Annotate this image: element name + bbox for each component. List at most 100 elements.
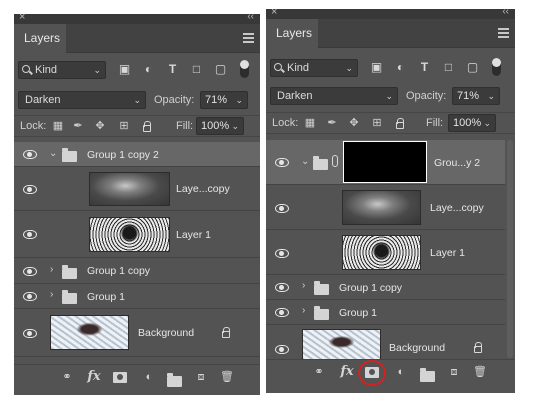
fill-field[interactable]: 100% ⌄	[196, 117, 244, 135]
chevron-down-icon[interactable]: ⌄	[231, 118, 239, 134]
trash-icon[interactable]: 🗑	[473, 365, 487, 379]
visibility-eye-icon[interactable]	[275, 249, 289, 258]
opacity-field[interactable]: 71% ⌄	[200, 91, 248, 109]
add-mask-icon[interactable]	[113, 372, 127, 383]
layer-thumbnail[interactable]	[50, 315, 129, 350]
layer-name[interactable]: Background	[389, 342, 445, 354]
shape-filter-icon[interactable]: □	[442, 61, 455, 74]
layer-row[interactable]: › Group 1 copy	[14, 258, 260, 284]
chevron-down-icon[interactable]: ⌄	[301, 156, 309, 167]
chevron-down-icon[interactable]: ⌄	[49, 148, 57, 159]
chevron-right-icon[interactable]: ›	[50, 264, 53, 275]
adjustment-layer-icon[interactable]: ◐	[142, 370, 156, 384]
link-icon[interactable]: ⚭	[312, 365, 326, 379]
blend-mode-dropdown[interactable]: Darken ⌄	[18, 91, 146, 109]
type-filter-icon[interactable]: T	[166, 63, 179, 76]
adjustment-layer-icon[interactable]: ◐	[394, 365, 408, 379]
layer-name[interactable]: Laye...copy	[430, 202, 484, 214]
mask-link-icon[interactable]	[332, 155, 338, 167]
layer-row[interactable]: › Group 1 copy	[266, 275, 505, 300]
layer-name[interactable]: Group 1 copy	[339, 282, 402, 294]
pixel-filter-icon[interactable]: ▣	[370, 61, 383, 74]
layer-row[interactable]: Background	[14, 309, 260, 357]
layer-row[interactable]: Layer 1	[14, 211, 260, 258]
filter-kind-dropdown[interactable]: Kind ⌄	[18, 61, 106, 79]
collapse-icon[interactable]: ‹‹	[502, 9, 509, 17]
panel-menu-icon[interactable]	[498, 28, 509, 38]
lock-artboard-icon[interactable]: ⊞	[371, 117, 383, 129]
close-icon[interactable]: ×	[19, 14, 25, 23]
layer-thumbnail[interactable]	[89, 172, 170, 206]
visibility-eye-icon[interactable]	[23, 150, 37, 159]
shape-filter-icon[interactable]: □	[190, 63, 203, 76]
layer-name[interactable]: Group 1	[339, 307, 377, 319]
chevron-right-icon[interactable]: ›	[302, 305, 305, 316]
lock-image-icon[interactable]: ✒	[72, 120, 84, 132]
visibility-eye-icon[interactable]	[23, 230, 37, 239]
visibility-eye-icon[interactable]	[23, 185, 37, 194]
layer-name[interactable]: Laye...copy	[176, 183, 230, 195]
layer-thumbnail[interactable]	[342, 235, 421, 270]
layer-name[interactable]: Layer 1	[176, 229, 211, 241]
lock-all-icon[interactable]	[143, 121, 151, 132]
blend-mode-dropdown[interactable]: Darken ⌄	[270, 87, 398, 105]
opacity-field[interactable]: 71% ⌄	[452, 87, 500, 105]
fx-icon[interactable]: fx	[340, 365, 354, 379]
chevron-down-icon[interactable]: ⌄	[487, 88, 495, 104]
tab-layers[interactable]: Layers	[266, 19, 318, 48]
layer-name[interactable]: Group 1 copy 2	[87, 149, 159, 161]
lock-transparent-icon[interactable]: ▦	[304, 117, 316, 129]
fill-field[interactable]: 100% ⌄	[448, 114, 496, 132]
lock-position-icon[interactable]: ✥	[94, 120, 106, 132]
layer-name[interactable]: Background	[138, 327, 194, 339]
layer-name[interactable]: Grou...y 2	[434, 157, 480, 169]
layer-row[interactable]: Background	[266, 325, 505, 361]
visibility-eye-icon[interactable]	[275, 283, 289, 292]
lock-image-icon[interactable]: ✒	[326, 117, 338, 129]
layer-row[interactable]: Laye...copy	[14, 167, 260, 211]
layer-row[interactable]: Layer 1	[266, 230, 505, 275]
lock-artboard-icon[interactable]: ⊞	[118, 120, 130, 132]
smart-object-filter-icon[interactable]: ▢	[214, 63, 227, 76]
layer-row[interactable]: › Group 1	[14, 284, 260, 309]
filter-toggle[interactable]	[240, 60, 249, 78]
layer-name[interactable]: Group 1 copy	[87, 265, 150, 277]
fx-icon[interactable]: fx	[87, 370, 101, 384]
tab-layers[interactable]: Layers	[14, 24, 66, 53]
visibility-eye-icon[interactable]	[275, 204, 289, 213]
layer-name[interactable]: Group 1	[87, 291, 125, 303]
lock-all-icon[interactable]	[396, 118, 404, 129]
lock-transparent-icon[interactable]: ▦	[52, 120, 64, 132]
pixel-filter-icon[interactable]: ▣	[118, 63, 131, 76]
new-layer-icon[interactable]: ⧈	[194, 370, 208, 384]
visibility-eye-icon[interactable]	[23, 267, 37, 276]
close-icon[interactable]: ×	[271, 9, 277, 18]
layer-row[interactable]: ⌄ Grou...y 2	[266, 140, 505, 185]
visibility-eye-icon[interactable]	[23, 329, 37, 338]
layer-row[interactable]: Laye...copy	[266, 185, 505, 230]
smart-object-filter-icon[interactable]: ▢	[466, 61, 479, 74]
visibility-eye-icon[interactable]	[275, 158, 289, 167]
adjustment-filter-icon[interactable]: ◐	[394, 61, 407, 74]
new-layer-icon[interactable]: ⧈	[447, 365, 461, 379]
layer-mask-thumbnail[interactable]	[343, 141, 427, 183]
layer-row[interactable]: › Group 1	[266, 300, 505, 325]
new-group-icon[interactable]	[167, 373, 182, 387]
panel-menu-icon[interactable]	[243, 33, 254, 43]
layer-thumbnail[interactable]	[302, 329, 381, 361]
visibility-eye-icon[interactable]	[275, 308, 289, 317]
trash-icon[interactable]: 🗑	[220, 370, 234, 384]
new-group-icon[interactable]	[420, 368, 435, 382]
chevron-down-icon[interactable]: ⌄	[483, 115, 491, 131]
chevron-down-icon[interactable]: ⌄	[235, 92, 243, 108]
visibility-eye-icon[interactable]	[23, 292, 37, 301]
filter-kind-dropdown[interactable]: Kind ⌄	[270, 59, 358, 77]
layer-row[interactable]: ⌄ Group 1 copy 2	[14, 142, 260, 167]
layer-name[interactable]: Layer 1	[430, 247, 465, 259]
chevron-right-icon[interactable]: ›	[302, 280, 305, 291]
layer-thumbnail[interactable]	[342, 190, 421, 225]
link-icon[interactable]: ⚭	[60, 370, 74, 384]
lock-position-icon[interactable]: ✥	[348, 117, 360, 129]
type-filter-icon[interactable]: T	[418, 61, 431, 74]
visibility-eye-icon[interactable]	[275, 345, 289, 354]
